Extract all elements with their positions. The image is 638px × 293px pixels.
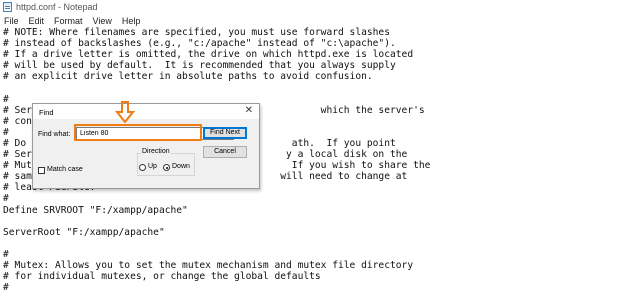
menu-format[interactable]: Format xyxy=(49,16,88,26)
direction-label: Direction xyxy=(141,148,171,155)
menu-file[interactable]: File xyxy=(0,16,24,26)
find-what-label: Find what: xyxy=(38,131,71,138)
direction-up-radio[interactable] xyxy=(139,164,146,171)
direction-up-label[interactable]: Up xyxy=(148,163,157,170)
match-case-checkbox[interactable] xyxy=(38,167,45,174)
notepad-icon xyxy=(3,2,12,12)
menu-bar: File Edit Format View Help xyxy=(0,14,638,27)
find-dialog-titlebar[interactable]: Find ✕ xyxy=(33,104,259,119)
down-arrow-icon xyxy=(115,101,135,123)
menu-edit[interactable]: Edit xyxy=(24,16,50,26)
find-next-button[interactable]: Find Next xyxy=(203,127,247,139)
menu-view[interactable]: View xyxy=(88,16,117,26)
find-dialog: Find ✕ Find what: Find Next Cancel Direc… xyxy=(32,103,260,189)
direction-down-label[interactable]: Down xyxy=(172,163,190,170)
find-dialog-title: Find xyxy=(39,108,54,117)
cancel-button[interactable]: Cancel xyxy=(203,146,247,158)
direction-down-radio[interactable] xyxy=(163,164,170,171)
menu-help[interactable]: Help xyxy=(117,16,146,26)
window-titlebar: httpd.conf - Notepad xyxy=(0,0,638,14)
match-case-label[interactable]: Match case xyxy=(47,166,83,173)
close-icon[interactable]: ✕ xyxy=(245,105,253,116)
window-title: httpd.conf - Notepad xyxy=(16,2,98,12)
annotation-highlight-box xyxy=(74,124,202,141)
